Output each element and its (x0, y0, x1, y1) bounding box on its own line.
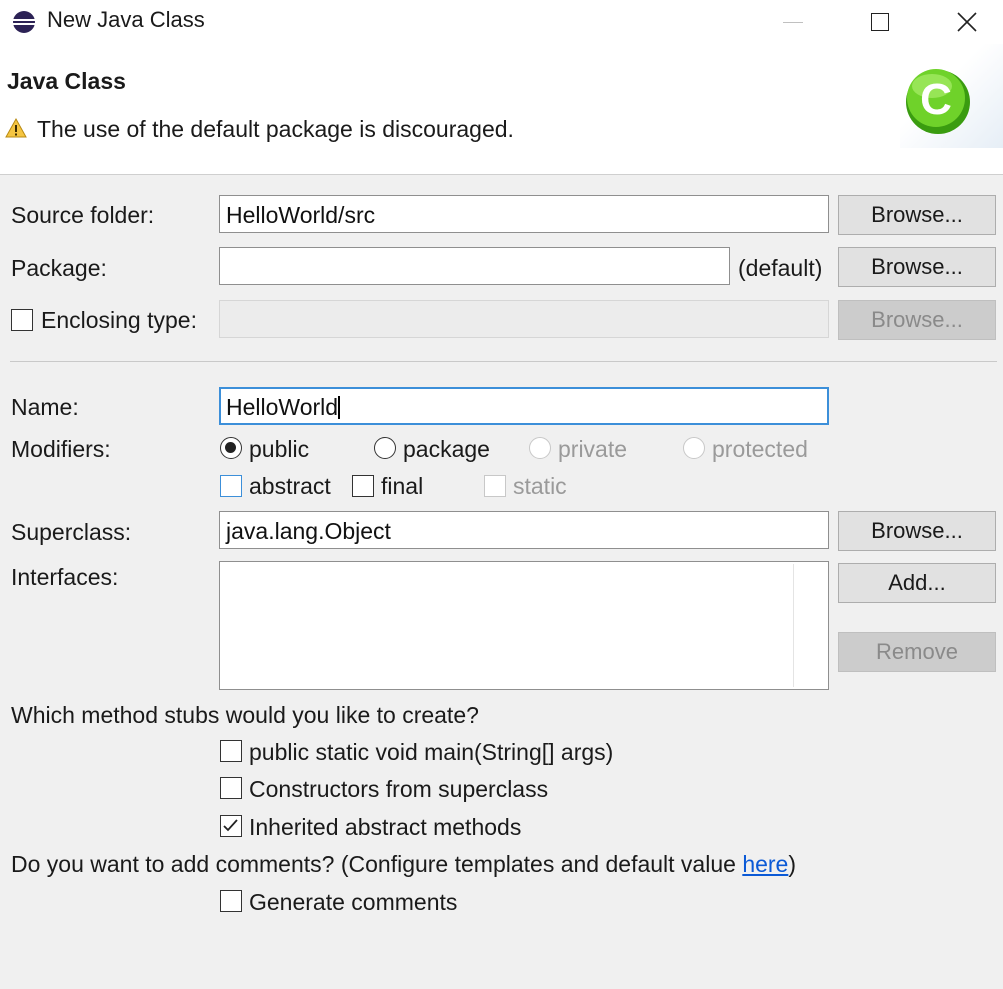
protected-radio (683, 437, 705, 459)
minimize-button[interactable] (763, 0, 823, 44)
source-folder-browse-button[interactable]: Browse... (838, 195, 996, 235)
static-checkbox (484, 475, 506, 497)
public-radio[interactable] (220, 437, 242, 459)
checkmark-icon (223, 819, 238, 832)
name-input[interactable]: HelloWorld (219, 387, 829, 425)
interfaces-list-scrollbar[interactable] (793, 564, 794, 687)
abstract-checkbox-label: abstract (249, 473, 331, 499)
remove-interface-button: Remove (838, 632, 996, 672)
generate-comments-label: Generate comments (249, 889, 458, 915)
source-folder-label: Source folder: (11, 202, 155, 228)
private-radio-label: private (558, 436, 628, 462)
source-folder-input[interactable]: HelloWorld/src (219, 195, 829, 233)
superclass-label: Superclass: (11, 519, 132, 545)
package-browse-button[interactable]: Browse... (838, 247, 996, 287)
svg-text:C: C (920, 75, 952, 124)
package-label: Package: (11, 255, 107, 281)
class-icon: C (900, 44, 1003, 148)
page-title: Java Class (7, 68, 126, 94)
close-icon (957, 12, 977, 32)
protected-radio-label: protected (712, 436, 808, 462)
method-stubs-question: Which method stubs would you like to cre… (11, 702, 479, 728)
configure-templates-link[interactable]: here (742, 851, 788, 877)
superclass-browse-button[interactable]: Browse... (838, 511, 996, 551)
maximize-icon (871, 13, 889, 31)
package-input[interactable] (219, 247, 730, 285)
interfaces-label: Interfaces: (11, 564, 119, 590)
generate-comments-checkbox[interactable] (220, 890, 242, 912)
main-method-checkbox-label: public static void main(String[] args) (249, 739, 614, 765)
interfaces-list[interactable] (219, 561, 829, 690)
window-title: New Java Class (47, 7, 205, 32)
package-default-label: (default) (738, 255, 823, 281)
close-button[interactable] (937, 0, 997, 44)
superclass-input[interactable]: java.lang.Object (219, 511, 829, 549)
constructors-checkbox[interactable] (220, 777, 242, 799)
warning-message: The use of the default package is discou… (37, 116, 514, 142)
comments-question-text: Do you want to add comments? (Configure … (11, 851, 743, 877)
inherited-abstract-methods-checkbox[interactable] (220, 815, 242, 837)
name-value: HelloWorld (226, 394, 339, 420)
add-interface-button[interactable]: Add... (838, 563, 996, 603)
enclosing-type-checkbox[interactable] (11, 309, 33, 331)
enclosing-type-input (219, 300, 829, 338)
public-radio-label: public (249, 436, 310, 462)
text-cursor (338, 396, 340, 419)
eclipse-icon (12, 10, 36, 40)
enclosing-type-browse-button: Browse... (838, 300, 996, 340)
main-method-checkbox[interactable] (220, 740, 242, 762)
radio-selected-dot (225, 442, 236, 453)
enclosing-type-label: Enclosing type: (41, 307, 197, 333)
separator (10, 361, 997, 362)
static-checkbox-label: static (513, 473, 567, 499)
final-checkbox-label: final (381, 473, 424, 499)
warning-icon (5, 117, 27, 145)
name-label: Name: (11, 394, 79, 420)
maximize-button[interactable] (850, 0, 910, 44)
final-checkbox[interactable] (352, 475, 374, 497)
private-radio (529, 437, 551, 459)
package-radio[interactable] (374, 437, 396, 459)
constructors-checkbox-label: Constructors from superclass (249, 776, 549, 802)
inherited-abstract-methods-label: Inherited abstract methods (249, 814, 522, 840)
abstract-checkbox[interactable] (220, 475, 242, 497)
comments-question: Do you want to add comments? (Configure … (11, 851, 796, 878)
title-bar: New Java Class (0, 0, 1003, 44)
wizard-header: Java Class The use of the default packag… (0, 44, 1003, 175)
package-radio-label: package (403, 436, 490, 462)
comments-question-close: ) (788, 851, 797, 877)
minimize-icon (783, 21, 803, 23)
modifiers-label: Modifiers: (11, 436, 111, 462)
